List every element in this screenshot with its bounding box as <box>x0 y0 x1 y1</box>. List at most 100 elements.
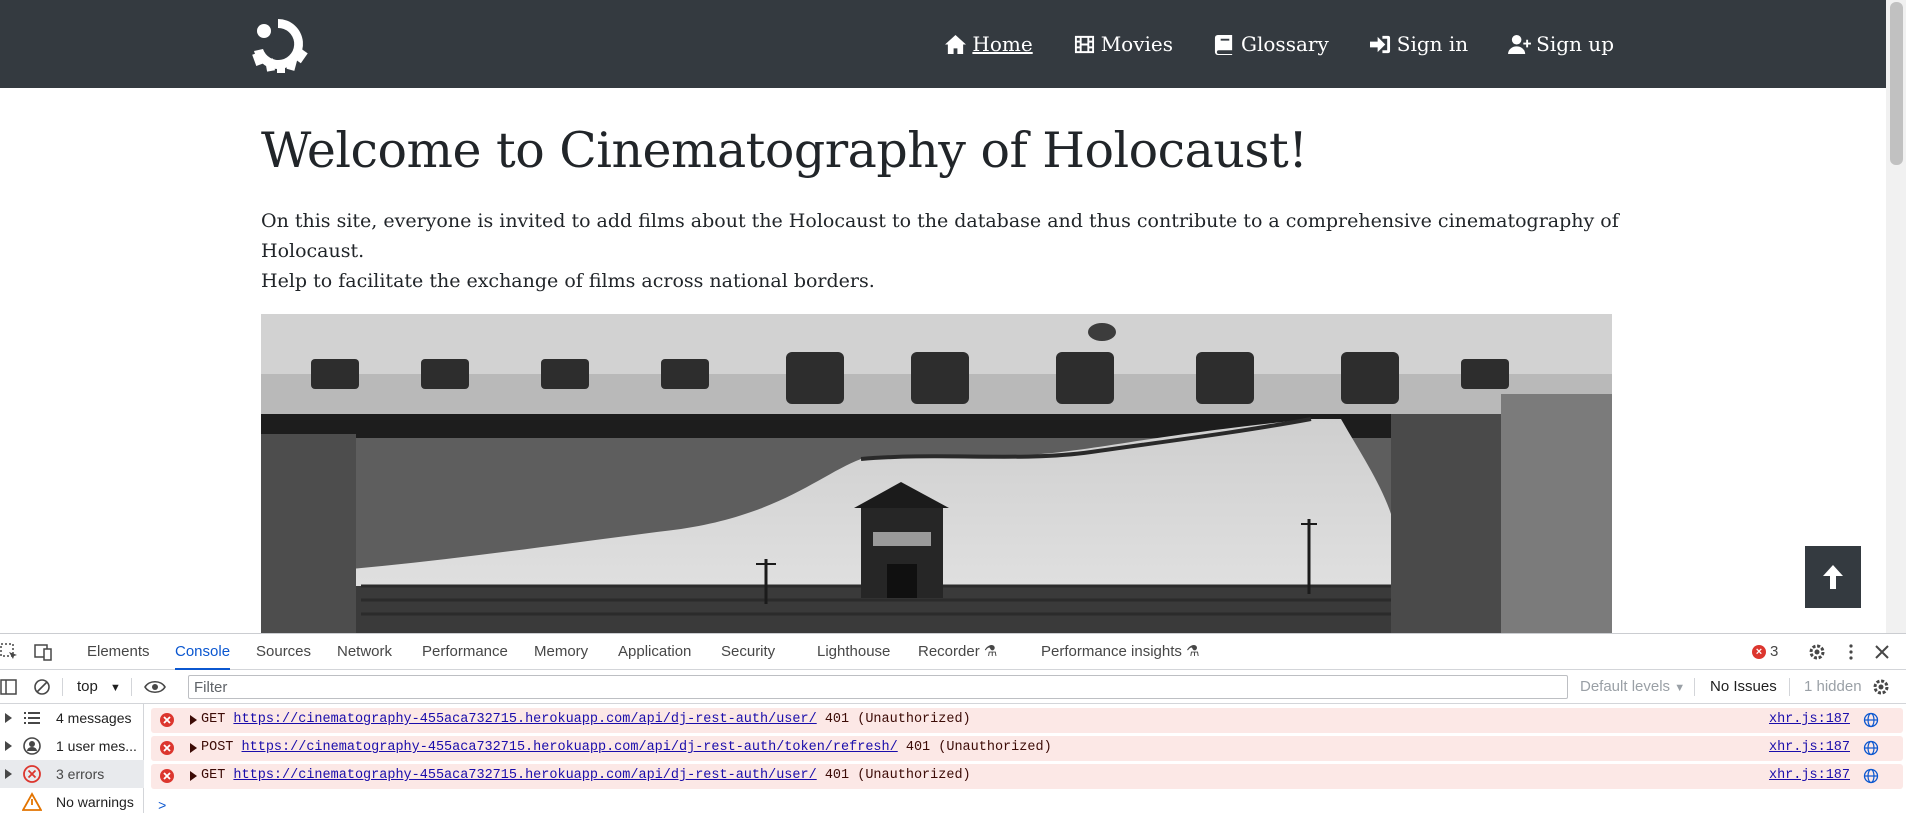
more-options-icon[interactable] <box>1842 643 1860 661</box>
error-icon <box>23 765 41 783</box>
tab-performance-insights[interactable]: Performance insights ⚗ <box>1041 634 1200 670</box>
console-error-row[interactable]: GET https://cinematography-455aca732715.… <box>151 708 1903 733</box>
devtools-tabbar: Elements Console Sources Network Perform… <box>0 634 1906 670</box>
tab-performance[interactable]: Performance <box>422 634 508 670</box>
nav-sign-up-label: Sign up <box>1536 32 1614 56</box>
log-source-link[interactable]: xhr.js:187 <box>1769 768 1850 783</box>
console-error-row[interactable]: POST https://cinematography-455aca732715… <box>151 736 1903 761</box>
tab-console[interactable]: Console <box>175 634 231 670</box>
warning-icon <box>22 792 42 811</box>
error-icon <box>160 741 174 755</box>
nav-sign-in[interactable]: Sign in <box>1369 32 1468 56</box>
expand-arrow-icon[interactable] <box>190 771 197 781</box>
network-globe-icon[interactable] <box>1863 712 1879 728</box>
page-scrollbar-thumb[interactable] <box>1890 2 1903 165</box>
tab-recorder-label: Recorder <box>918 643 980 660</box>
tab-recorder[interactable]: Recorder ⚗ <box>918 634 997 670</box>
sidebar-item-label: 4 messages <box>56 710 132 726</box>
log-method: GET <box>201 712 226 727</box>
back-to-top-button[interactable] <box>1805 546 1861 608</box>
console-sidebar: 4 messages 1 user mes... 3 errors No war… <box>0 704 144 813</box>
log-status: 401 (Unauthorized) <box>824 768 971 783</box>
error-icon <box>160 713 174 727</box>
nav-sign-up[interactable]: Sign up <box>1508 32 1614 56</box>
context-selector-value: top <box>77 678 98 695</box>
network-globe-icon[interactable] <box>1863 740 1879 756</box>
log-source-link[interactable]: xhr.js:187 <box>1769 712 1850 727</box>
error-icon: × <box>1752 645 1766 659</box>
log-levels-label: Default levels <box>1580 678 1671 695</box>
close-icon[interactable] <box>1873 643 1891 661</box>
tab-network[interactable]: Network <box>337 634 392 670</box>
nav-movies[interactable]: Movies <box>1073 32 1173 56</box>
hidden-count[interactable]: 1 hidden <box>1804 670 1862 704</box>
log-status: 401 (Unauthorized) <box>905 740 1052 755</box>
console-settings-icon[interactable] <box>1872 678 1890 696</box>
sidebar-item-user-messages[interactable]: 1 user mes... <box>0 732 144 760</box>
intro-line-1: On this site, everyone is invited to add… <box>261 210 1619 262</box>
log-message: POST https://cinematography-455aca732715… <box>201 740 1052 755</box>
nav-home[interactable]: Home <box>944 32 1033 56</box>
list-icon <box>24 712 40 724</box>
log-source-link[interactable]: xhr.js:187 <box>1769 740 1850 755</box>
tab-elements[interactable]: Elements <box>87 634 150 670</box>
nav-links: Home Movies Glossary Sign in Sign up <box>944 0 1614 88</box>
context-selector[interactable]: top ▼ <box>77 670 121 704</box>
tab-memory[interactable]: Memory <box>534 634 588 670</box>
log-status: 401 (Unauthorized) <box>824 712 971 727</box>
sidebar-item-warnings[interactable]: No warnings <box>0 788 144 813</box>
eye-icon[interactable] <box>144 678 166 696</box>
nav-movies-label: Movies <box>1100 32 1174 56</box>
console-prompt[interactable]: > <box>158 799 166 813</box>
tab-lighthouse[interactable]: Lighthouse <box>817 634 890 670</box>
sidebar-item-messages[interactable]: 4 messages <box>0 704 144 732</box>
error-count-badge[interactable]: × 3 <box>1752 634 1778 670</box>
devtools-panel: Elements Console Sources Network Perform… <box>0 633 1906 813</box>
nav-glossary-label: Glossary <box>1241 32 1329 56</box>
hero-image-graphic <box>261 314 1612 633</box>
sidebar-item-label: 1 user mes... <box>56 738 137 754</box>
expand-arrow-icon[interactable] <box>5 769 12 779</box>
page-title: Welcome to Cinematography of Holocaust! <box>261 122 1308 179</box>
log-url[interactable]: https://cinematography-455aca732715.hero… <box>242 740 898 755</box>
page-scrollbar[interactable] <box>1886 0 1906 633</box>
sidebar-item-label: No warnings <box>56 794 134 810</box>
expand-arrow-icon[interactable] <box>5 741 12 751</box>
site-logo-icon[interactable] <box>242 15 314 73</box>
dropdown-caret-icon: ▼ <box>1674 682 1686 694</box>
nav-glossary[interactable]: Glossary <box>1213 32 1329 56</box>
tab-application[interactable]: Application <box>618 634 691 670</box>
log-url[interactable]: https://cinematography-455aca732715.hero… <box>233 712 816 727</box>
user-plus-icon <box>1508 34 1532 54</box>
console-error-row[interactable]: GET https://cinematography-455aca732715.… <box>151 764 1903 789</box>
expand-arrow-icon[interactable] <box>5 713 12 723</box>
nav-home-label: Home <box>972 32 1033 56</box>
sidebar-item-errors[interactable]: 3 errors <box>0 760 144 788</box>
log-message: GET https://cinematography-455aca732715.… <box>201 712 971 727</box>
error-icon <box>160 769 174 783</box>
toolbar-separator <box>131 678 132 696</box>
flask-icon: ⚗ <box>1186 643 1200 660</box>
settings-gear-icon[interactable] <box>1808 643 1826 661</box>
tab-security[interactable]: Security <box>721 634 775 670</box>
network-globe-icon[interactable] <box>1863 768 1879 784</box>
sidebar-item-label: 3 errors <box>56 766 105 782</box>
sidebar-toggle-icon[interactable] <box>0 678 18 696</box>
flask-icon: ⚗ <box>983 643 998 660</box>
expand-arrow-icon[interactable] <box>190 743 197 753</box>
inspect-element-icon[interactable] <box>0 643 18 661</box>
console-filter-input[interactable] <box>188 675 1568 699</box>
clear-console-icon[interactable] <box>33 678 51 696</box>
issues-button[interactable]: No Issues <box>1710 670 1777 704</box>
console-toolbar: top ▼ Default levels ▼ No Issues 1 hidde… <box>0 670 1906 704</box>
expand-arrow-icon[interactable] <box>190 715 197 725</box>
device-toolbar-icon[interactable] <box>34 643 52 661</box>
log-message: GET https://cinematography-455aca732715.… <box>201 768 971 783</box>
tab-sources[interactable]: Sources <box>256 634 311 670</box>
sign-in-icon <box>1369 35 1390 53</box>
log-url[interactable]: https://cinematography-455aca732715.hero… <box>233 768 816 783</box>
film-icon <box>1074 35 1094 53</box>
log-levels-dropdown[interactable]: Default levels ▼ <box>1580 670 1685 704</box>
log-method: GET <box>201 768 226 783</box>
toolbar-separator <box>1694 678 1695 696</box>
